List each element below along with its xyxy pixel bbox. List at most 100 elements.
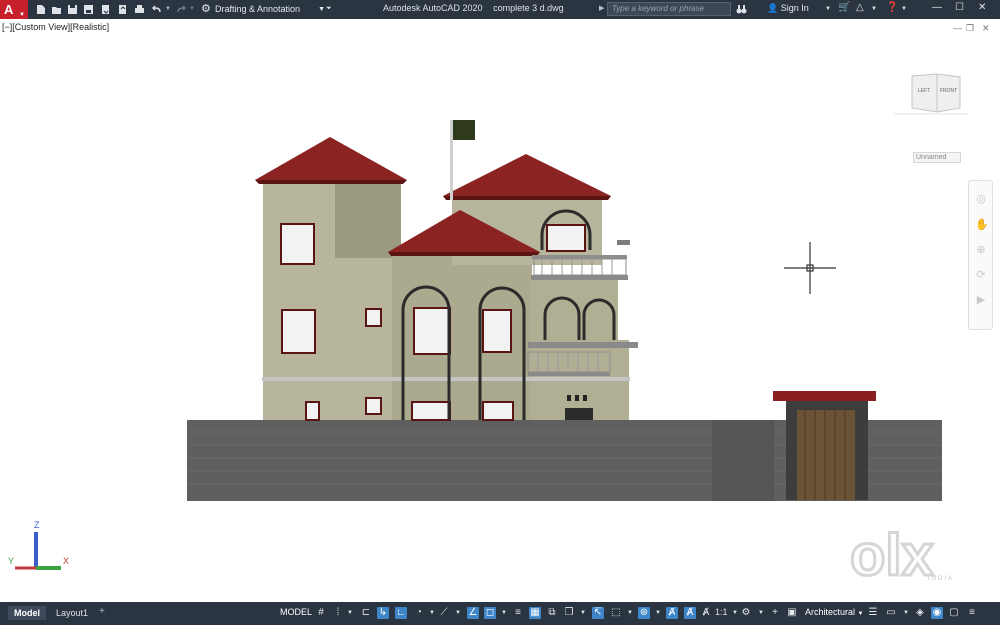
gizmo-icon[interactable]: ⊛ [638,607,650,619]
model-space-button[interactable]: MODEL [280,607,312,617]
watermark-brand: olx [850,525,934,588]
open-from-web-icon[interactable] [100,4,111,15]
orbit-icon[interactable]: ⟳ [975,269,987,281]
annotation-monitor-icon[interactable]: + [769,607,781,619]
application-menu-button[interactable]: A ▼ [0,0,28,19]
annotation-scale-value[interactable]: 1:1 [715,607,728,617]
plot-icon[interactable] [134,4,145,15]
viewcube-front-face[interactable]: FRONT [940,88,957,94]
window-title: Autodesk AutoCAD 2020 complete 3 d.dwg [383,3,564,13]
tab-model[interactable]: Model [8,606,46,620]
dynamic-ucs-icon[interactable]: ↸ [592,607,604,619]
pan-icon[interactable]: ✋ [975,219,989,231]
viewport-controls-label[interactable]: [−][Custom View][Realistic] [2,22,109,32]
expand-search-icon[interactable]: ▶ [599,4,604,12]
object-snap-tracking-icon[interactable]: ∠ [467,607,479,619]
cart-icon[interactable]: 🛒 [838,2,850,13]
gizmo-dropdown-icon[interactable]: ▼ [652,607,664,619]
help-icon[interactable]: ❓ [886,2,898,13]
gear-icon: ⚙ [201,3,211,15]
close-icon[interactable]: ✕ [978,2,986,13]
house-model-render [187,120,942,501]
selection-filter-icon[interactable]: ⬚ [610,607,622,619]
ortho-mode-icon[interactable]: ∟ [395,607,407,619]
sign-in-button[interactable]: 👤 Sign In [767,3,809,14]
showmotion-icon[interactable]: ▶ [975,294,987,306]
graphics-dropdown-icon[interactable]: ▼ [900,607,912,619]
units-icon[interactable]: ▣ [786,607,798,619]
ucs-y-label: Y [8,556,15,566]
selection-cycling-icon[interactable]: ⧉ [546,607,558,619]
isolate-objects-icon[interactable]: ◈ [914,607,926,619]
osnap-dropdown-icon[interactable]: ▼ [498,607,510,619]
viewport-restore-icon[interactable]: ❐ [966,23,974,34]
annotation-visibility-icon[interactable]: Ⱥ [666,607,678,619]
title-bar: A ▼ ▼ ▼ ⚙ Drafting & Annotation ▼ ⏷ Auto… [0,0,1000,19]
chevron-down-icon: ▼ [857,611,864,617]
watermark-sub: INDIA [928,576,955,582]
hardware-acceleration-icon[interactable]: ◉ [931,607,943,619]
ucs-axes-icon [15,532,61,570]
object-snap-icon[interactable]: ◻ [484,607,496,619]
undo-dropdown-icon[interactable]: ▼ [165,6,176,17]
3d-osnap-dropdown-icon[interactable]: ▼ [577,607,589,619]
snap-dropdown-icon[interactable]: ▼ [344,607,356,619]
help-dropdown-icon[interactable]: ▼ [901,6,907,12]
viewport-minimize-icon[interactable]: — [953,23,962,33]
save-icon[interactable] [67,4,78,15]
sign-in-dropdown-icon[interactable]: ▼ [825,6,831,12]
annotation-scale-icon[interactable]: Ⱥ [700,607,712,619]
polar-tracking-icon[interactable]: ◔ [413,607,425,619]
olx-watermark-logo: olx [850,525,935,590]
workspace-dropdown-icon[interactable]: ▼ [755,607,767,619]
tab-layout1[interactable]: Layout1 [50,606,94,620]
graphics-performance-icon[interactable]: ▭ [885,607,897,619]
units-selector[interactable]: Architectural ▼ [805,607,864,617]
infer-constraints-icon[interactable]: ⊏ [360,607,372,619]
document-title: complete 3 d.dwg [493,3,564,13]
lineweight-icon[interactable]: ≡ [512,607,524,619]
minimize-icon[interactable]: — [932,2,942,13]
save-to-web-icon[interactable] [117,4,128,15]
a360-dropdown-icon[interactable]: ▼ [871,6,877,12]
maximize-icon[interactable]: ☐ [955,2,964,13]
workspace-switch-gear-icon[interactable]: ⚙ [740,607,752,619]
binoculars-icon[interactable] [736,4,747,15]
quick-properties-icon[interactable]: ☰ [867,607,879,619]
filter-dropdown-icon[interactable]: ▼ [624,607,636,619]
polar-dropdown-icon[interactable]: ▼ [426,607,438,619]
new-file-icon[interactable] [35,4,46,15]
search-input[interactable]: Type a keyword or phrase [607,2,731,16]
autocad-logo-icon: A [4,2,14,17]
autodesk-a360-icon[interactable]: △ [856,2,864,13]
add-layout-icon[interactable]: + [99,606,105,617]
units-label: Architectural [805,607,856,617]
zoom-icon[interactable]: ⊕ [975,244,987,256]
app-title: Autodesk AutoCAD 2020 [383,3,483,13]
viewcube-left-face[interactable]: LEFT [918,88,930,94]
grid-icon[interactable]: # [315,607,327,619]
open-folder-icon[interactable] [51,4,62,15]
viewport-close-icon[interactable]: ✕ [982,23,990,34]
isometric-drafting-icon[interactable]: ⟋ [438,607,450,619]
auto-scale-icon[interactable]: Ⱥ [684,607,696,619]
steering-wheel-icon[interactable]: ◎ [975,193,987,205]
redo-icon[interactable] [176,4,187,15]
snap-mode-icon[interactable]: ⁞ [332,607,344,619]
sign-in-label: Sign In [780,3,809,13]
customize-toolbar-icon[interactable]: ⏷ [326,5,337,16]
3d-object-snap-icon[interactable]: ❒ [563,607,575,619]
dynamic-input-icon[interactable]: ↳ [377,607,389,619]
ucs-x-label: X [63,556,70,566]
save-as-icon[interactable] [83,4,94,15]
clean-screen-icon[interactable]: ▢ [948,607,960,619]
crosshair-cursor [784,242,836,294]
customization-icon[interactable]: ≡ [966,607,978,619]
workspace-selector[interactable]: ⚙ Drafting & Annotation ▼ [199,2,335,17]
ucs-z-label: Z [34,520,40,530]
isometric-dropdown-icon[interactable]: ▼ [452,607,464,619]
transparency-icon[interactable]: ▦ [529,607,541,619]
status-bar: Model Layout1 + MODEL # ⁞ ▼ ⊏ ↳ ∟ ◔ ▼ ⟋ … [0,602,1000,625]
search-placeholder: Type a keyword or phrase [612,4,704,13]
undo-icon[interactable] [151,4,162,15]
